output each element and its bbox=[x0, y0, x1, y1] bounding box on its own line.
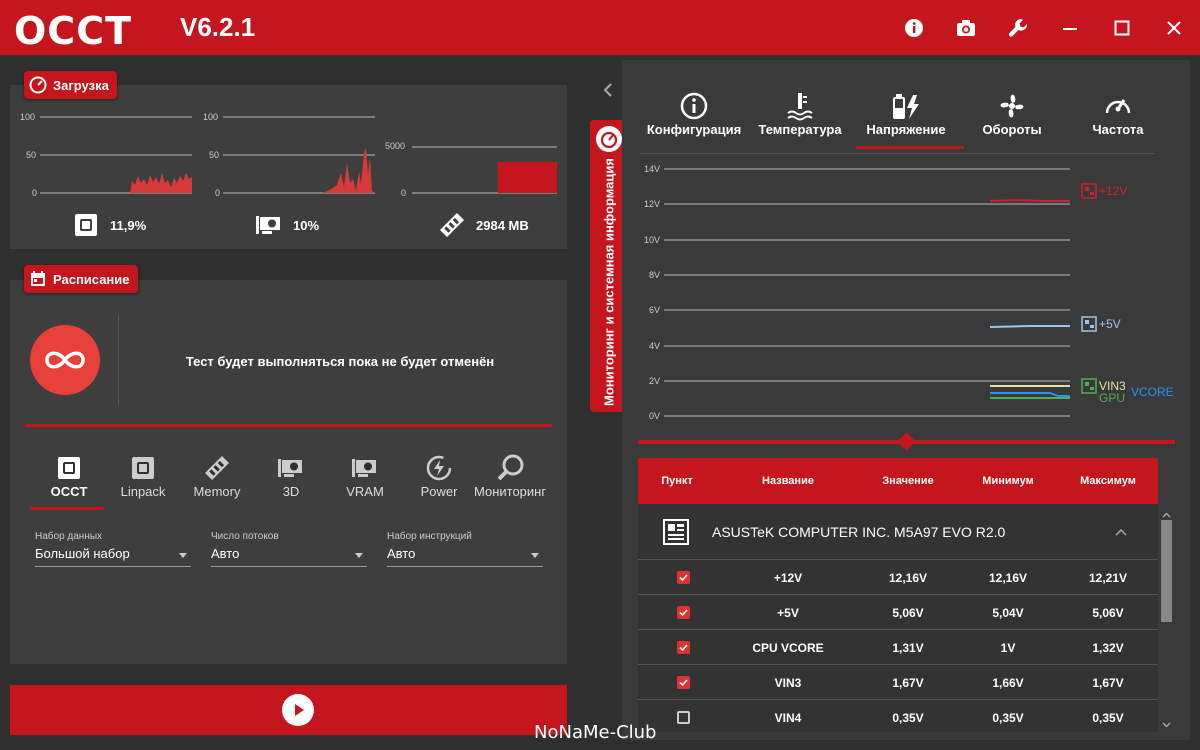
play-icon bbox=[295, 704, 304, 716]
scroll-down-icon[interactable] bbox=[1162, 716, 1171, 734]
tabs-divider bbox=[640, 153, 1154, 154]
load-section-tag: Загрузка bbox=[24, 71, 117, 99]
schedule-message: Тест будет выполняться пока не будет отм… bbox=[185, 354, 495, 369]
threads-select[interactable]: Число потоков Авто bbox=[211, 531, 367, 567]
scroll-thumb[interactable] bbox=[1161, 520, 1172, 622]
test-tab-vram[interactable]: VRAM bbox=[330, 452, 400, 499]
infinity-icon bbox=[30, 325, 100, 395]
test-tab-linpack[interactable]: Linpack bbox=[108, 452, 178, 499]
gpu-load-value: 10% bbox=[293, 218, 320, 233]
play-button[interactable] bbox=[282, 694, 314, 726]
chevron-down-icon bbox=[355, 553, 363, 558]
load-panel: 100 50 0 100 50 0 5000 0 11,9% 10% 2984 … bbox=[10, 85, 567, 249]
tab-frequency[interactable]: Частота bbox=[1063, 90, 1173, 137]
search-icon bbox=[474, 452, 554, 484]
tab-configuration[interactable]: Конфигурация bbox=[639, 90, 749, 137]
cpu-icon bbox=[108, 452, 178, 484]
row-checkbox[interactable] bbox=[677, 606, 690, 619]
app-version: V6.2.1 bbox=[180, 12, 256, 42]
minimize-icon[interactable] bbox=[1044, 0, 1096, 55]
thermometer-icon bbox=[745, 90, 855, 122]
cpu-icon bbox=[34, 452, 104, 484]
row-checkbox[interactable] bbox=[677, 676, 690, 689]
dataset-select[interactable]: Набор данных Большой набор bbox=[35, 531, 191, 567]
gpu-load-chart bbox=[223, 116, 375, 194]
motherboard-icon bbox=[1081, 183, 1097, 199]
gpu-icon bbox=[330, 452, 400, 484]
row-checkbox[interactable] bbox=[677, 571, 690, 584]
calendar-icon bbox=[28, 269, 48, 289]
test-tab-occt[interactable]: OCCT bbox=[34, 452, 104, 499]
app-logo: OCCT bbox=[14, 9, 132, 53]
table-group-row[interactable]: ASUSTeK COMPUTER INC. M5A97 EVO R2.0 bbox=[638, 504, 1158, 560]
tab-temperature[interactable]: Температура bbox=[745, 90, 855, 137]
collapse-arrow-icon[interactable] bbox=[602, 82, 614, 103]
wrench-icon[interactable] bbox=[992, 0, 1044, 55]
cpu-load-value: 11,9% bbox=[110, 218, 147, 233]
schedule-section-tag: Расписание bbox=[24, 265, 138, 293]
title-bar: OCCT V6.2.1 bbox=[0, 0, 1200, 55]
table-row[interactable]: CPU VCORE 1,31V 1V 1,32V bbox=[638, 630, 1158, 665]
series-label-12v: +12V bbox=[1081, 183, 1127, 199]
battery-bolt-icon bbox=[851, 90, 961, 122]
tab-voltage[interactable]: Напряжение bbox=[851, 90, 964, 149]
tab-fans[interactable]: Обороты bbox=[957, 90, 1067, 137]
gpu-icon bbox=[256, 452, 326, 484]
divider bbox=[118, 315, 119, 405]
camera-icon[interactable] bbox=[940, 0, 992, 55]
memory-icon bbox=[438, 211, 466, 244]
chevron-down-icon bbox=[531, 553, 539, 558]
start-test-bar[interactable] bbox=[10, 685, 567, 735]
instruction-set-select[interactable]: Набор инструкций Авто bbox=[387, 531, 543, 567]
table-scrollbar[interactable] bbox=[1158, 504, 1175, 732]
test-tab-power[interactable]: Power bbox=[404, 452, 474, 499]
test-tab-memory[interactable]: Memory bbox=[182, 452, 252, 499]
table-row[interactable]: VIN3 1,67V 1,66V 1,67V bbox=[638, 665, 1158, 700]
test-tab-3d[interactable]: 3D bbox=[256, 452, 326, 499]
test-type-tabs: OCCT Linpack Memory 3D VRAM Power Монито… bbox=[28, 452, 558, 512]
fan-icon bbox=[957, 90, 1067, 122]
gauge-icon bbox=[1063, 90, 1173, 122]
watermark: NoNaMe-Club bbox=[534, 722, 657, 743]
table-row[interactable]: +12V 12,16V 12,16V 12,21V bbox=[638, 560, 1158, 595]
row-checkbox[interactable] bbox=[677, 711, 690, 724]
table-row[interactable]: +5V 5,06V 5,04V 5,06V bbox=[638, 595, 1158, 630]
gpu-icon bbox=[256, 216, 282, 239]
table-row[interactable]: VIN4 0,35V 0,35V 0,35V bbox=[638, 700, 1158, 735]
close-icon[interactable] bbox=[1148, 0, 1200, 55]
series-label-5v: +5V bbox=[1081, 316, 1121, 332]
voltage-chart: 14V 12V 10V 8V 6V 4V 2V 0V +12V +5V VIN3… bbox=[644, 164, 1174, 421]
info-icon[interactable] bbox=[888, 0, 940, 55]
chevron-up-icon[interactable] bbox=[1114, 524, 1128, 542]
motherboard-icon bbox=[1081, 378, 1097, 394]
ram-load-chart bbox=[412, 146, 557, 194]
ram-usage-value: 2984 MB bbox=[476, 218, 529, 233]
power-icon bbox=[404, 452, 474, 484]
maximize-icon[interactable] bbox=[1096, 0, 1148, 55]
chevron-down-icon bbox=[179, 553, 187, 558]
load-icon bbox=[28, 75, 48, 95]
row-checkbox[interactable] bbox=[677, 641, 690, 654]
motherboard-icon bbox=[1081, 316, 1097, 332]
test-tab-monitoring[interactable]: Мониторинг bbox=[474, 452, 554, 499]
table-header: Пункт Название Значение Минимум Максимум bbox=[638, 458, 1158, 504]
sensor-table: ASUSTeK COMPUTER INC. M5A97 EVO R2.0 +12… bbox=[638, 504, 1158, 732]
series-label-gpu: GPU bbox=[1099, 391, 1126, 405]
gauge-icon bbox=[596, 126, 622, 152]
active-test-indicator bbox=[30, 507, 104, 510]
cpu-icon bbox=[74, 213, 98, 242]
schedule-divider bbox=[25, 424, 552, 427]
series-label-vcore: VCORE bbox=[1131, 385, 1174, 399]
info-icon bbox=[639, 90, 749, 122]
cpu-load-chart bbox=[40, 116, 192, 194]
memory-icon bbox=[182, 452, 252, 484]
motherboard-icon bbox=[662, 518, 690, 551]
